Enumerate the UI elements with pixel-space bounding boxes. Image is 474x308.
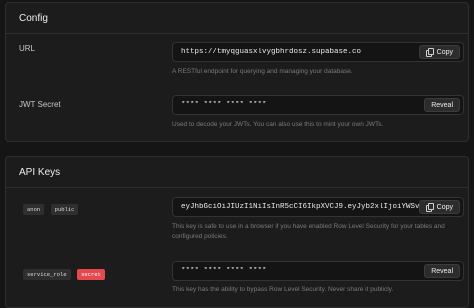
url-field[interactable]: https://tmyqguasxlvygbhrdosz.supabase.co… [172, 42, 464, 62]
jwt-label: JWT Secret [19, 100, 61, 109]
public-badge: public [50, 204, 79, 215]
service-key-value: **** **** **** **** [181, 267, 267, 275]
service-key-field[interactable]: **** **** **** **** Reveal [172, 261, 464, 281]
url-help: A RESTful endpoint for querying and mana… [172, 68, 353, 75]
service-badges: service_role secret [23, 263, 107, 281]
service-reveal-button[interactable]: Reveal [424, 264, 460, 278]
anon-copy-button[interactable]: Copy [418, 200, 460, 214]
secret-badge: secret [77, 269, 105, 280]
config-title: Config [6, 3, 468, 34]
api-keys-panel: API Keys anon public eyJhbGciOiJIUzI1NiI… [5, 156, 469, 308]
jwt-value: **** **** **** **** [181, 101, 267, 109]
config-panel: Config URL https://tmyqguasxlvygbhrdosz.… [5, 2, 469, 142]
service-help: This key has the ability to bypass Row L… [172, 286, 394, 293]
jwt-reveal-label: Reveal [431, 101, 453, 109]
url-copy-label: Copy [436, 48, 453, 56]
anon-badge: anon [23, 204, 45, 215]
copy-icon [425, 47, 434, 57]
anon-help: This key is safe to use in a browser if … [172, 223, 445, 240]
jwt-reveal-button[interactable]: Reveal [424, 98, 460, 112]
anon-copy-label: Copy [436, 203, 453, 211]
anon-badges: anon public [23, 198, 80, 216]
jwt-help: Used to decode your JWTs. You can also u… [172, 121, 384, 128]
url-copy-button[interactable]: Copy [418, 45, 460, 59]
api-keys-title: API Keys [6, 157, 468, 188]
service-role-badge: service_role [23, 269, 71, 280]
url-label: URL [19, 44, 36, 53]
jwt-field[interactable]: **** **** **** **** Reveal [172, 95, 464, 115]
service-reveal-label: Reveal [431, 267, 453, 275]
anon-key-value: eyJhbGciOiJIUzI1NiIsInR5cCI6IkpXVCJ9.eyJ… [181, 203, 419, 211]
copy-icon [425, 202, 434, 212]
anon-key-field[interactable]: eyJhbGciOiJIUzI1NiIsInR5cCI6IkpXVCJ9.eyJ… [172, 197, 464, 217]
